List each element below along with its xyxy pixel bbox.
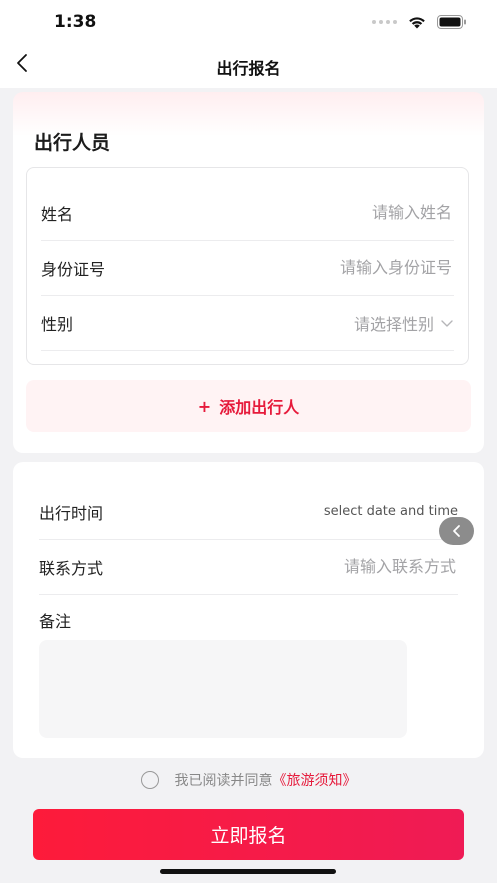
details-card: 出行时间 select date and time 联系方式 备注 (13, 462, 484, 758)
travel-time-row: 出行时间 select date and time (39, 484, 458, 540)
add-traveler-button[interactable]: + 添加出行人 (26, 380, 471, 432)
remark-textarea[interactable] (39, 640, 407, 738)
travel-time-label: 出行时间 (39, 503, 104, 523)
status-bar: 1:38 (0, 0, 497, 44)
name-row: 姓名 (41, 185, 454, 241)
gender-select[interactable]: 请选择性别 (354, 311, 454, 335)
agreement-radio[interactable] (140, 771, 159, 789)
gender-label: 性别 (41, 314, 74, 334)
signal-icon (372, 20, 397, 24)
plus-icon: + (197, 396, 212, 416)
status-time: 1:38 (54, 12, 97, 32)
travelers-section-title: 出行人员 (34, 132, 111, 154)
nav-bar: 出行报名 (0, 44, 497, 88)
agreement-row: 我已阅读并同意 《旅游须知》 (0, 770, 497, 790)
travel-notice-link[interactable]: 《旅游须知》 (273, 770, 357, 790)
wifi-icon (409, 17, 425, 29)
chevron-down-icon (441, 319, 453, 327)
name-input[interactable] (210, 202, 454, 223)
contact-label: 联系方式 (39, 558, 104, 578)
contact-row: 联系方式 (39, 539, 458, 595)
gender-row: 性别 请选择性别 (41, 295, 454, 351)
id-number-label: 身份证号 (41, 259, 106, 279)
travel-time-picker[interactable]: select date and time (324, 504, 458, 519)
agreement-text: 我已阅读并同意 (174, 773, 273, 789)
status-icons (372, 15, 467, 29)
gender-select-placeholder: 请选择性别 (353, 314, 434, 334)
submit-signup-button[interactable]: 立即报名 (33, 809, 464, 860)
contact-input[interactable] (214, 556, 458, 577)
id-number-input[interactable] (210, 257, 454, 278)
id-number-row: 身份证号 (41, 240, 454, 296)
home-indicator (160, 869, 336, 874)
add-traveler-label: 添加出行人 (219, 398, 300, 417)
traveler-form: 姓名 身份证号 性别 请选择性别 (26, 167, 469, 365)
floating-collapse-handle[interactable] (439, 517, 474, 545)
battery-icon (437, 15, 466, 29)
travelers-card: 出行人员 姓名 身份证号 性别 请选择性别 + 添加出行人 (13, 92, 484, 453)
chevron-left-icon (452, 525, 460, 537)
name-label: 姓名 (41, 204, 74, 224)
remark-label: 备注 (39, 612, 72, 631)
page-title: 出行报名 (216, 59, 281, 78)
